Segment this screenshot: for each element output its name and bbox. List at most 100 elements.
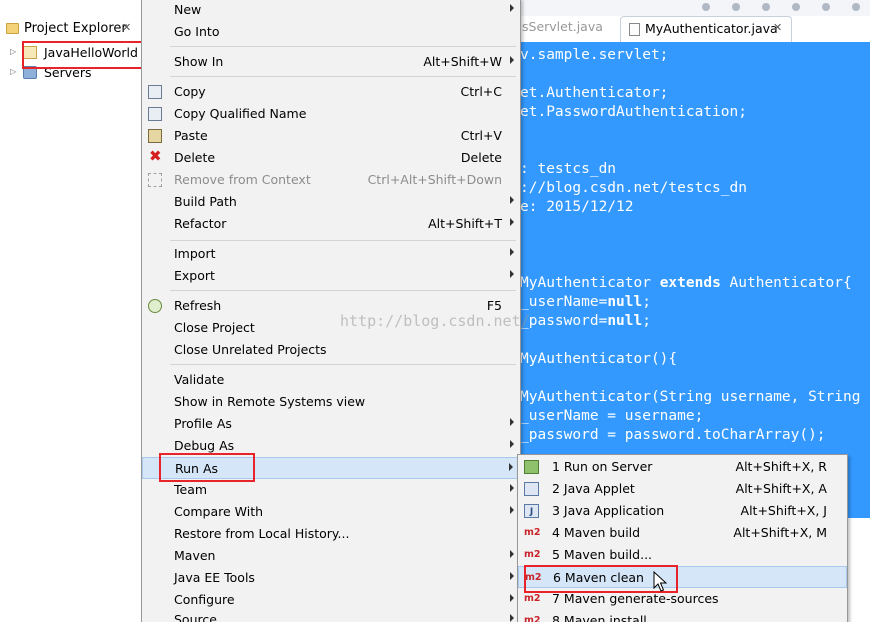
menu-item-maven[interactable]: Maven xyxy=(142,545,520,567)
menu-item-run-as[interactable]: Run As xyxy=(142,457,520,479)
submenu-item-7-maven-generate-sources[interactable]: m2 7 Maven generate-sources xyxy=(518,588,847,610)
editor-tab-myauthenticator[interactable]: MyAuthenticator.java ✕ xyxy=(620,16,792,42)
menu-item-copy-qualified-name[interactable]: Copy Qualified Name xyxy=(142,103,520,125)
menu-item-label: Refactor xyxy=(174,216,227,231)
menu-item-show-in[interactable]: Show In Alt+Shift+W xyxy=(142,51,520,73)
menu-item-new[interactable]: New xyxy=(142,0,520,21)
project-explorer-title: Project Explorer xyxy=(24,21,127,36)
submenu-item-label: 4 Maven build xyxy=(552,525,641,540)
submenu-item-shortcut: Alt+Shift+X, M xyxy=(733,525,827,540)
code-line: v.sample.servlet; xyxy=(520,47,669,63)
code-editor[interactable]: v.sample.servlet; et.Authenticator; et.Pas… xyxy=(516,42,870,518)
paste-icon xyxy=(148,129,162,143)
context-menu: New Go Into Show In Alt+Shift+W Copy Ctrl+C Co… xyxy=(141,0,521,622)
code-text: _userName= xyxy=(520,294,608,310)
menu-item-team[interactable]: Team xyxy=(142,479,520,501)
menu-item-label: Paste xyxy=(174,128,208,143)
menu-item-refresh[interactable]: Refresh F5 xyxy=(142,295,520,317)
menu-item-label: Restore from Local History... xyxy=(174,526,350,541)
servers-folder-icon xyxy=(23,66,37,79)
maven-icon: m2 xyxy=(525,572,542,583)
menu-separator xyxy=(170,364,516,365)
menu-item-close-unrelated-projects[interactable]: Close Unrelated Projects xyxy=(142,339,520,361)
submenu-item-2-java-applet[interactable]: 2 Java Applet Alt+Shift+X, A xyxy=(518,478,847,500)
code-text: ; xyxy=(642,313,651,329)
menu-item-close-project[interactable]: Close Project xyxy=(142,317,520,339)
code-line: _password = password.toCharArray(); xyxy=(520,427,826,443)
code-line: e: 2015/12/12 xyxy=(520,199,634,215)
submenu-item-1-run-on-server[interactable]: 1 Run on Server Alt+Shift+X, R xyxy=(518,456,847,478)
code-text: _password= xyxy=(520,313,608,329)
menu-item-show-in-remote-systems-view[interactable]: Show in Remote Systems view xyxy=(142,391,520,413)
menu-item-delete[interactable]: ✖ Delete Delete xyxy=(142,147,520,169)
menu-separator xyxy=(170,240,516,241)
code-line: MyAuthenticator(){ xyxy=(520,351,678,367)
menu-separator xyxy=(170,290,516,291)
menu-item-go-into[interactable]: Go Into xyxy=(142,21,520,43)
menu-item-profile-as[interactable]: Profile As xyxy=(142,413,520,435)
menu-item-refactor[interactable]: Refactor Alt+Shift+T xyxy=(142,213,520,235)
menu-item-shortcut: Alt+Shift+T xyxy=(428,216,502,231)
maven-icon: m2 xyxy=(524,549,541,560)
menu-item-label: Show in Remote Systems view xyxy=(174,394,366,409)
toolbar-icon[interactable] xyxy=(852,3,860,11)
remove-context-icon xyxy=(148,173,162,187)
menu-item-compare-with[interactable]: Compare With xyxy=(142,501,520,523)
menu-item-shortcut: Ctrl+C xyxy=(460,84,502,99)
submenu-arrow-icon xyxy=(510,440,514,448)
code-line: : testcs_dn xyxy=(520,161,617,177)
expand-arrow-icon[interactable]: ▷ xyxy=(10,67,16,76)
menu-item-label: Go Into xyxy=(174,24,220,39)
submenu-item-6-maven-clean[interactable]: m2 6 Maven clean xyxy=(518,566,847,588)
menu-item-remove-from-context[interactable]: Remove from Context Ctrl+Alt+Shift+Down xyxy=(142,169,520,191)
submenu-arrow-icon xyxy=(510,614,514,622)
code-text: MyAuthenticator xyxy=(520,275,660,291)
menu-item-java-ee-tools[interactable]: Java EE Tools xyxy=(142,567,520,589)
project-explorer-tab[interactable]: Project Explorer ✕ xyxy=(0,18,142,40)
menu-item-debug-as[interactable]: Debug As xyxy=(142,435,520,457)
menu-item-label: Copy Qualified Name xyxy=(174,106,307,121)
menu-item-label: Configure xyxy=(174,592,235,607)
menu-item-label: Delete xyxy=(174,150,216,165)
menu-item-validate[interactable]: Validate xyxy=(142,369,520,391)
java-applet-icon xyxy=(524,482,539,496)
toolbar-icon[interactable] xyxy=(792,3,800,11)
toolbar-icon[interactable] xyxy=(762,3,770,11)
menu-item-build-path[interactable]: Build Path xyxy=(142,191,520,213)
menu-item-paste[interactable]: Paste Ctrl+V xyxy=(142,125,520,147)
java-application-icon: J xyxy=(524,504,539,518)
project-explorer-panel: Project Explorer ✕ ▷ JavaHelloWorld ▷ Se… xyxy=(0,0,142,622)
menu-item-export[interactable]: Export xyxy=(142,265,520,287)
submenu-arrow-icon xyxy=(510,484,514,492)
submenu-item-5-maven-build[interactable]: m2 5 Maven build... xyxy=(518,544,847,566)
expand-arrow-icon[interactable]: ▷ xyxy=(10,47,16,56)
submenu-arrow-icon xyxy=(510,418,514,426)
toolbar-icon[interactable] xyxy=(822,3,830,11)
menu-item-label: New xyxy=(174,2,202,17)
submenu-item-3-java-application[interactable]: J 3 Java Application Alt+Shift+X, J xyxy=(518,500,847,522)
editor-tab-servlet[interactable]: sServlet.java xyxy=(522,19,603,34)
menu-item-label: Validate xyxy=(174,372,225,387)
close-icon[interactable]: ✕ xyxy=(122,21,131,34)
menu-item-copy[interactable]: Copy Ctrl+C xyxy=(142,81,520,103)
menu-item-shortcut: Ctrl+Alt+Shift+Down xyxy=(367,172,502,187)
menu-item-restore-from-local-history[interactable]: Restore from Local History... xyxy=(142,523,520,545)
toolbar-icon[interactable] xyxy=(732,3,740,11)
submenu-item-label: 2 Java Applet xyxy=(552,481,635,496)
submenu-item-4-maven-build[interactable]: m2 4 Maven build Alt+Shift+X, M xyxy=(518,522,847,544)
menu-separator xyxy=(170,76,516,77)
code-keyword: null xyxy=(607,294,643,310)
menu-item-configure[interactable]: Configure xyxy=(142,589,520,611)
submenu-item-8-maven-install[interactable]: m2 8 Maven install xyxy=(518,610,847,622)
code-line: MyAuthenticator extends Authenticator{ xyxy=(520,275,852,294)
menu-item-label: Source xyxy=(174,612,217,622)
close-icon[interactable]: ✕ xyxy=(773,21,782,34)
mouse-cursor-icon xyxy=(653,571,667,592)
menu-item-import[interactable]: Import xyxy=(142,243,520,265)
menu-item-source[interactable]: Source xyxy=(142,609,520,622)
submenu-item-label: 8 Maven install xyxy=(552,613,647,622)
submenu-item-label: 6 Maven clean xyxy=(553,570,644,585)
toolbar-icon[interactable] xyxy=(702,3,710,11)
delete-icon: ✖ xyxy=(149,147,162,165)
menu-item-shortcut: Delete xyxy=(460,150,502,165)
